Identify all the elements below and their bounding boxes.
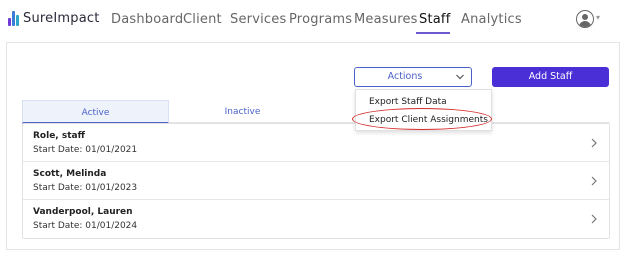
staff-start-date: Start Date: 01/01/2023 <box>33 183 138 193</box>
nav-client[interactable]: Client <box>183 12 222 27</box>
chevron-down-icon[interactable]: ▾ <box>596 13 600 22</box>
brand-logo[interactable]: SureImpact <box>8 11 100 26</box>
brand-name: SureImpact <box>23 11 100 26</box>
staff-name: Scott, Melinda <box>33 169 107 179</box>
staff-row[interactable]: Scott, Melinda Start Date: 01/01/2023 <box>23 162 609 200</box>
nav-programs[interactable]: Programs <box>289 12 352 27</box>
top-nav: SureImpact Dashboard Client Services Pro… <box>0 0 624 40</box>
nav-active-indicator <box>416 32 450 34</box>
staff-name: Vanderpool, Lauren <box>33 207 133 217</box>
staff-row[interactable]: Role, staff Start Date: 01/01/2021 <box>23 124 609 162</box>
staff-name: Role, staff <box>33 131 85 141</box>
staff-start-date: Start Date: 01/01/2021 <box>33 145 138 155</box>
chevron-right-icon[interactable] <box>589 137 599 149</box>
nav-measures[interactable]: Measures <box>354 12 418 27</box>
tab-active[interactable]: Active <box>22 100 169 124</box>
staff-row[interactable]: Vanderpool, Lauren Start Date: 01/01/202… <box>23 200 609 238</box>
add-staff-button[interactable]: Add Staff <box>492 67 609 87</box>
chevron-down-icon <box>456 74 464 80</box>
chevron-right-icon[interactable] <box>589 175 599 187</box>
nav-services[interactable]: Services <box>230 12 286 27</box>
menu-item-export-staff-data[interactable]: Export Staff Data <box>369 97 447 107</box>
staff-list: Role, staff Start Date: 01/01/2021 Scott… <box>22 123 610 239</box>
status-tabs: Active Inactive <box>22 100 610 124</box>
brand-logo-icon <box>8 11 19 26</box>
highlight-annotation <box>352 108 492 130</box>
actions-dropdown-label: Actions <box>387 71 423 82</box>
nav-dashboard[interactable]: Dashboard <box>111 12 183 27</box>
staff-start-date: Start Date: 01/01/2024 <box>33 221 138 231</box>
chevron-right-icon[interactable] <box>589 213 599 225</box>
tab-inactive[interactable]: Inactive <box>169 100 316 124</box>
nav-staff[interactable]: Staff <box>419 12 450 27</box>
nav-analytics[interactable]: Analytics <box>461 12 522 27</box>
user-avatar-icon[interactable] <box>576 10 594 28</box>
actions-dropdown[interactable]: Actions <box>354 67 472 87</box>
